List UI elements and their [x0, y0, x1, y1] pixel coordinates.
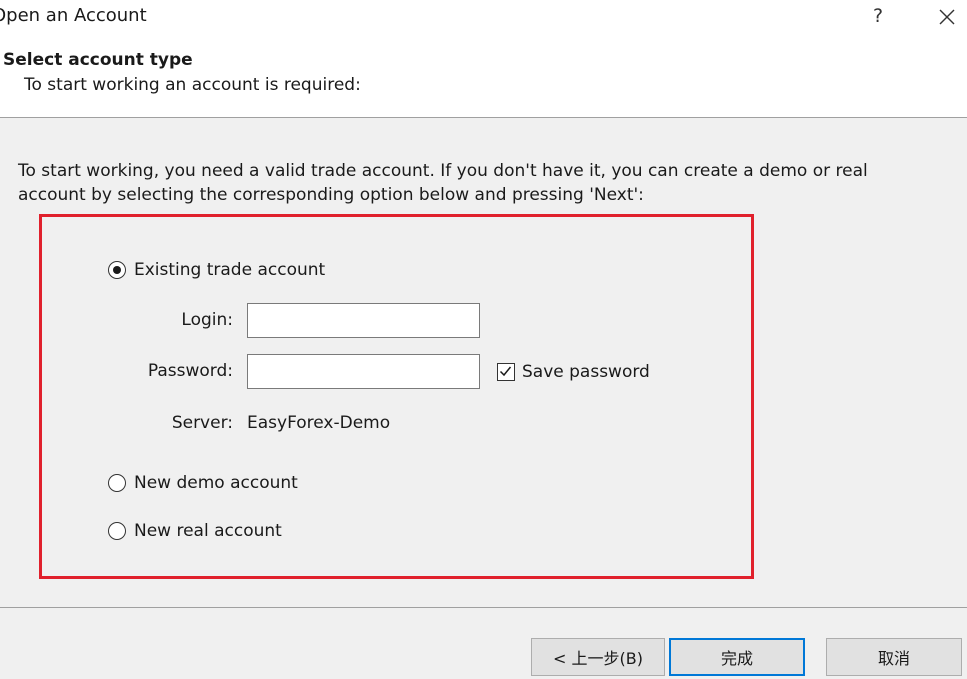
window-title: Open an Account [0, 5, 147, 26]
login-input[interactable] [247, 303, 480, 338]
radio-button[interactable] [108, 522, 126, 540]
password-label: Password: [147, 361, 233, 381]
back-button[interactable]: < 上一步(B) [531, 638, 665, 676]
save-password-checkbox[interactable]: Save password [497, 360, 650, 384]
section-heading: Select account type [3, 50, 193, 70]
radio-existing-account[interactable]: Existing trade account [108, 258, 325, 282]
save-password-label: Save password [522, 362, 650, 382]
radio-demo-label: New demo account [134, 473, 298, 493]
checkbox-box[interactable] [497, 363, 515, 381]
login-label: Login: [181, 310, 233, 330]
dialog-header: Open an Account ? Select account type To… [0, 0, 967, 118]
radio-real-label: New real account [134, 521, 282, 541]
footer-divider [0, 607, 967, 608]
finish-button[interactable]: 完成 [669, 638, 805, 676]
server-label: Server: [171, 413, 233, 433]
checkmark-icon [499, 366, 512, 377]
server-value: EasyForex-Demo [247, 413, 391, 433]
radio-real-account[interactable]: New real account [108, 519, 282, 543]
help-button[interactable]: ? [866, 2, 890, 30]
intro-text: To start working, you need a valid trade… [18, 161, 868, 205]
radio-demo-account[interactable]: New demo account [108, 471, 298, 495]
section-subheading: To start working an account is required: [24, 75, 361, 95]
close-button[interactable] [934, 4, 960, 30]
radio-existing-label: Existing trade account [134, 260, 326, 280]
radio-button[interactable] [108, 474, 126, 492]
close-icon [939, 9, 955, 25]
cancel-button[interactable]: 取消 [826, 638, 962, 676]
radio-button-selected[interactable] [108, 261, 126, 279]
password-input[interactable] [247, 354, 480, 389]
